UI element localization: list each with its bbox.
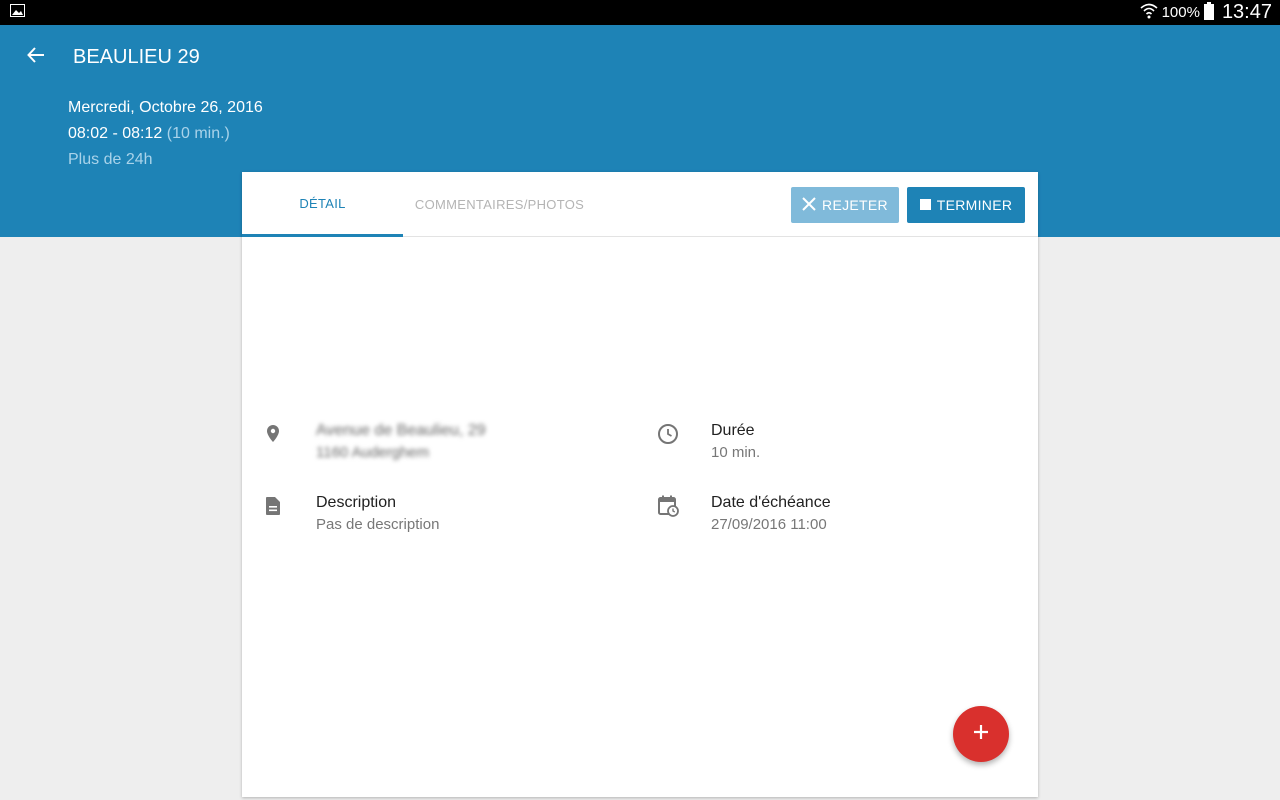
plus-icon: [973, 724, 989, 745]
description-icon: [261, 494, 285, 518]
visit-age: Plus de 24h: [68, 151, 153, 168]
clock-icon: [656, 422, 680, 446]
back-button[interactable]: [22, 43, 50, 71]
reject-button[interactable]: REJETER: [791, 187, 899, 223]
due-date-value: 27/09/2016 11:00: [711, 516, 827, 533]
tab-bar: DÉTAIL COMMENTAIRES/PHOTOS REJETER TERMI…: [242, 172, 1038, 237]
finish-button-label: TERMINER: [936, 197, 1013, 213]
image-icon: [10, 3, 25, 22]
description-label: Description: [316, 494, 397, 511]
back-arrow-icon: [27, 46, 45, 69]
location-pin-icon: [261, 422, 285, 446]
wifi-icon: [1140, 3, 1158, 23]
add-fab-button[interactable]: [953, 706, 1009, 762]
status-bar: 100% 13:47: [0, 0, 1280, 25]
duration-value: 10 min.: [711, 444, 761, 461]
visit-duration-note: (10 min.): [166, 125, 230, 142]
address-line2: 1160 Auderghem: [316, 444, 430, 461]
battery-icon: [1203, 1, 1214, 24]
tab-comments-photos[interactable]: COMMENTAIRES/PHOTOS: [403, 172, 596, 237]
due-date-label: Date d'échéance: [711, 494, 831, 511]
finish-button[interactable]: TERMINER: [907, 187, 1025, 223]
close-icon: [802, 196, 816, 214]
detail-card: DÉTAIL COMMENTAIRES/PHOTOS REJETER TERMI…: [242, 172, 1038, 797]
address-line1: Avenue de Beaulieu, 29: [316, 422, 486, 439]
visit-info: Mercredi, Octobre 26, 2016 08:02 - 08:12…: [68, 95, 263, 173]
tab-detail[interactable]: DÉTAIL: [242, 172, 403, 237]
stop-icon: [919, 197, 931, 213]
visit-time-range: 08:02 - 08:12: [68, 125, 163, 142]
calendar-clock-icon: [656, 494, 680, 518]
duration-label: Durée: [711, 422, 755, 439]
battery-percent: 100%: [1161, 4, 1200, 21]
reject-button-label: REJETER: [822, 197, 888, 213]
visit-time: 08:02 - 08:12 (10 min.): [68, 121, 263, 147]
visit-date: Mercredi, Octobre 26, 2016: [68, 99, 263, 116]
page-title: BEAULIEU 29: [73, 46, 200, 68]
description-value: Pas de description: [316, 516, 440, 533]
clock: 13:47: [1221, 1, 1272, 23]
